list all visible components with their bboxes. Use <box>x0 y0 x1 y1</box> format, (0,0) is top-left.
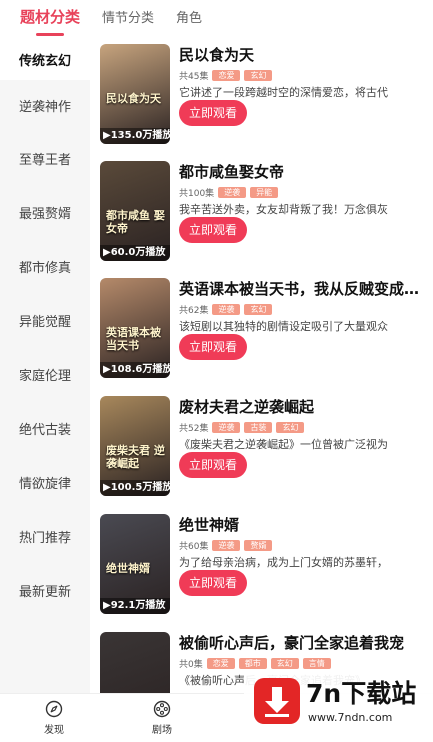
drama-title[interactable]: 民以食为天 <box>179 44 430 66</box>
watch-now-button[interactable]: 立即观看 <box>179 217 247 243</box>
drama-card[interactable]: 都市咸鱼 娶女帝 ▶60.0万播放 都市咸鱼娶女帝 共100集 逆袭 异能 我辛苦送外卖，女… <box>100 161 430 261</box>
drama-card[interactable]: 英语课本被当天书 ▶108.6万播放 英语课本被当天书，我从反贼变成大儒 共62集 逆袭… <box>100 278 430 378</box>
episode-count: 共52集 <box>179 423 209 434</box>
drama-cover-image[interactable] <box>100 632 170 693</box>
genre-tag: 逆袭 <box>212 303 241 315</box>
genre-tag: 逆袭 <box>212 539 241 551</box>
episode-count: 共45集 <box>179 71 209 82</box>
drama-title[interactable]: 英语课本被当天书，我从反贼变成大儒 <box>179 278 430 300</box>
watch-now-button[interactable]: 立即观看 <box>179 452 247 478</box>
drama-meta: 共52集 逆袭 古装 玄幻 <box>179 420 430 434</box>
sidebar-item-power-awakening[interactable]: 异能觉醒 <box>0 293 90 347</box>
drama-info: 都市咸鱼娶女帝 共100集 逆袭 异能 我辛苦送外卖，女友却背叛了我！万念俱灰 立即观看 <box>179 161 430 243</box>
drama-meta: 共45集 恋爱 玄幻 <box>179 68 430 82</box>
genre-tag: 恋爱 <box>206 657 235 669</box>
drama-info: 废材夫君之逆袭崛起 共52集 逆袭 古装 玄幻 《废柴夫君之逆袭崛起》一位曾被广泛视为 立即… <box>179 396 430 478</box>
drama-card[interactable]: 废柴夫君 逆袭崛起 ▶100.5万播放 废材夫君之逆袭崛起 共52集 逆袭 古装 玄幻 《废柴… <box>100 396 430 496</box>
watermark-title: 7n下载站 <box>306 679 417 708</box>
cover-title-art: 民以食为天 <box>106 92 161 105</box>
cover-title-art: 英语课本被当天书 <box>106 326 161 352</box>
drama-description: 该短剧以其独特的剧情设定吸引了大量观众 <box>179 320 388 333</box>
genre-tag: 玄幻 <box>276 421 305 433</box>
nav-discover[interactable]: 发现 <box>34 700 74 736</box>
watch-now-button[interactable]: 立即观看 <box>179 334 247 360</box>
nav-theater[interactable]: 剧场 <box>142 700 182 736</box>
sidebar-item-family-ethics[interactable]: 家庭伦理 <box>0 347 90 401</box>
site-watermark: 7n下载站 www.7ndn.com <box>244 670 433 742</box>
tab-role[interactable]: 角色 <box>176 7 202 38</box>
drama-info: 民以食为天 共45集 恋爱 玄幻 它讲述了一段跨越时空的深情爱恋，将古代 立即观看 <box>179 44 430 126</box>
drama-cover-image[interactable]: 民以食为天 ▶135.0万播放 <box>100 44 170 144</box>
watch-now-button[interactable]: 立即观看 <box>179 570 247 596</box>
sidebar-item-urban-cultivation[interactable]: 都市修真 <box>0 239 90 293</box>
watch-now-button[interactable]: 立即观看 <box>179 100 247 126</box>
sidebar-item-hot-picks[interactable]: 热门推荐 <box>0 509 90 563</box>
genre-tag: 异能 <box>250 186 279 198</box>
watermark-url: www.7ndn.com <box>308 711 393 724</box>
play-count: ▶92.1万播放 <box>100 598 170 614</box>
top-tab-bar: 题材分类 情节分类 角色 <box>0 0 433 38</box>
download-logo-icon <box>254 678 300 724</box>
tab-theme-category[interactable]: 题材分类 <box>20 6 80 38</box>
drama-title[interactable]: 都市咸鱼娶女帝 <box>179 161 430 183</box>
drama-info: 绝世神婿 共60集 逆袭 赘婿 为了给母亲治病，成为上门女婿的苏墨轩， 立即观看 <box>179 514 430 596</box>
play-count: ▶108.6万播放 <box>100 362 170 378</box>
play-count: ▶135.0万播放 <box>100 128 170 144</box>
genre-tag: 逆袭 <box>212 421 241 433</box>
drama-card[interactable]: 绝世神婿 ▶92.1万播放 绝世神婿 共60集 逆袭 赘婿 为了给母亲治病，成为上门女婿的苏… <box>100 514 430 614</box>
sidebar-item-traditional-fantasy[interactable]: 传统玄幻 <box>0 38 90 80</box>
episode-count: 共60集 <box>179 541 209 552</box>
drama-cover-image[interactable]: 英语课本被当天书 ▶108.6万播放 <box>100 278 170 378</box>
drama-meta: 共100集 逆袭 异能 <box>179 185 430 199</box>
genre-tag: 言情 <box>302 657 331 669</box>
drama-cover-image[interactable]: 都市咸鱼 娶女帝 ▶60.0万播放 <box>100 161 170 261</box>
episode-count: 共0集 <box>179 659 203 670</box>
drama-meta: 共60集 逆袭 赘婿 <box>179 538 430 552</box>
drama-card[interactable]: 民以食为天 ▶135.0万播放 民以食为天 共45集 恋爱 玄幻 它讲述了一段跨越时空的深情… <box>100 44 430 144</box>
sidebar-item-latest[interactable]: 最新更新 <box>0 563 90 617</box>
genre-tag: 玄幻 <box>270 657 299 669</box>
play-count: ▶100.5万播放 <box>100 480 170 496</box>
cover-title-art: 废柴夫君 逆袭崛起 <box>106 444 165 470</box>
sidebar-item-romance[interactable]: 情欲旋律 <box>0 455 90 509</box>
drama-cover-image[interactable]: 废柴夫君 逆袭崛起 ▶100.5万播放 <box>100 396 170 496</box>
drama-title[interactable]: 废材夫君之逆袭崛起 <box>179 396 430 418</box>
genre-tag: 都市 <box>238 657 267 669</box>
sidebar-item-supreme-king[interactable]: 至尊王者 <box>0 131 90 185</box>
drama-list: 民以食为天 ▶135.0万播放 民以食为天 共45集 恋爱 玄幻 它讲述了一段跨越时空的深情… <box>90 38 433 693</box>
tab-plot-category[interactable]: 情节分类 <box>102 7 154 38</box>
cover-title-art: 绝世神婿 <box>106 562 150 575</box>
genre-tag: 玄幻 <box>244 303 273 315</box>
sidebar-item-strongest-son-in-law[interactable]: 最强赘婿 <box>0 185 90 239</box>
sidebar-item-costume[interactable]: 绝代古装 <box>0 401 90 455</box>
genre-tag: 恋爱 <box>212 69 241 81</box>
genre-tag: 赘婿 <box>244 539 273 551</box>
drama-description: 为了给母亲治病，成为上门女婿的苏墨轩， <box>179 556 388 569</box>
drama-meta: 共0集 恋爱 都市 玄幻 言情 <box>179 656 430 670</box>
episode-count: 共100集 <box>179 188 215 199</box>
nav-theater-label: 剧场 <box>152 725 172 736</box>
genre-tag: 玄幻 <box>244 69 273 81</box>
episode-count: 共62集 <box>179 305 209 316</box>
play-count: ▶60.0万播放 <box>100 245 170 261</box>
drama-cover-image[interactable]: 绝世神婿 ▶92.1万播放 <box>100 514 170 614</box>
drama-info: 英语课本被当天书，我从反贼变成大儒 共62集 逆袭 玄幻 该短剧以其独特的剧情设定吸引了… <box>179 278 430 360</box>
drama-title[interactable]: 绝世神婿 <box>179 514 430 536</box>
genre-tag: 逆袭 <box>218 186 247 198</box>
drama-description: 它讲述了一段跨越时空的深情爱恋，将古代 <box>179 86 388 99</box>
nav-discover-label: 发现 <box>44 725 64 736</box>
film-reel-icon <box>153 700 171 718</box>
category-sidebar: 传统玄幻 逆袭神作 至尊王者 最强赘婿 都市修真 异能觉醒 家庭伦理 绝代古装 … <box>0 38 90 693</box>
compass-icon <box>45 700 63 718</box>
drama-title[interactable]: 被偷听心声后，豪门全家追着我宠 <box>179 632 430 654</box>
drama-description: 《废柴夫君之逆袭崛起》一位曾被广泛视为 <box>179 438 388 451</box>
genre-tag: 古装 <box>244 421 273 433</box>
sidebar-item-comeback[interactable]: 逆袭神作 <box>0 80 90 131</box>
drama-meta: 共62集 逆袭 玄幻 <box>179 302 430 316</box>
drama-description: 我辛苦送外卖，女友却背叛了我！万念俱灰 <box>179 203 388 216</box>
cover-title-art: 都市咸鱼 娶女帝 <box>106 209 165 235</box>
